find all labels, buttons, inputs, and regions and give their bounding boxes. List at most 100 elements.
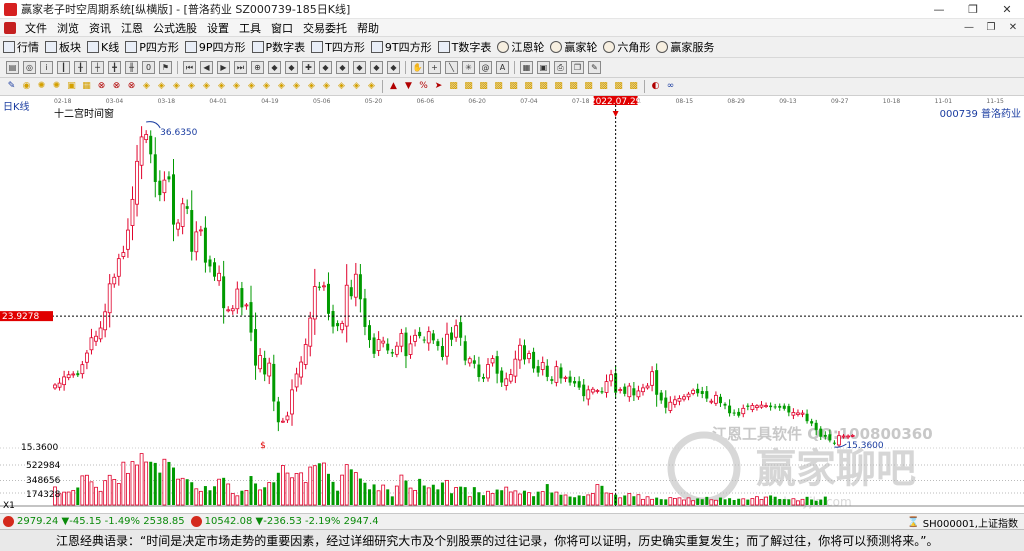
pencil-icon[interactable]: ✎ <box>6 81 17 92</box>
minimize-button[interactable]: — <box>922 0 956 19</box>
plus-icon[interactable]: + <box>428 61 441 74</box>
tool-j-icon[interactable]: ▩ <box>583 81 594 92</box>
infinity-icon[interactable]: ∞ <box>665 81 676 92</box>
toolbar-button-hexagon[interactable]: 六角形 <box>600 38 653 57</box>
toolbar-button-grid[interactable]: 行情 <box>0 38 42 57</box>
tool-c-icon[interactable]: ▩ <box>478 81 489 92</box>
menu-trade[interactable]: 交易委托 <box>298 20 352 36</box>
gann-box-icon[interactable]: ▣ <box>66 81 77 92</box>
bell-icon[interactable]: ◎ <box>23 61 36 74</box>
menu-file[interactable]: 文件 <box>20 20 52 36</box>
tool-i-icon[interactable]: ▩ <box>568 81 579 92</box>
diamond6-icon[interactable]: ◆ <box>370 61 383 74</box>
first-icon[interactable]: ⏮ <box>183 61 196 74</box>
toolbar-button-square-pn[interactable]: P数字表 <box>249 38 309 57</box>
mdi-restore-button[interactable]: ❐ <box>980 19 1002 37</box>
calc-icon[interactable]: ▦ <box>520 61 533 74</box>
text-icon[interactable]: A <box>496 61 509 74</box>
gann-grid-icon[interactable]: ▦ <box>81 81 92 92</box>
cycle8-icon[interactable]: ◈ <box>246 81 257 92</box>
toolbar-button-candle[interactable]: K线 <box>84 38 122 57</box>
menu-gann[interactable]: 江恩 <box>116 20 148 36</box>
tool-e-icon[interactable]: ▩ <box>508 81 519 92</box>
cycle12-icon[interactable]: ◈ <box>306 81 317 92</box>
arrow-icon[interactable]: ➤ <box>433 81 444 92</box>
arrow-down-icon[interactable]: ▼ <box>403 81 414 92</box>
tool-k-icon[interactable]: ▩ <box>598 81 609 92</box>
cycle11-icon[interactable]: ◈ <box>291 81 302 92</box>
cycle15-icon[interactable]: ◈ <box>351 81 362 92</box>
candle2-icon[interactable]: ╂ <box>74 61 87 74</box>
diamond4-icon[interactable]: ◆ <box>336 61 349 74</box>
toolbar-button-wheel2[interactable]: 赢家轮 <box>547 38 600 57</box>
last-icon[interactable]: ⏭ <box>234 61 247 74</box>
print-icon[interactable]: ⎙ <box>554 61 567 74</box>
percent-icon[interactable]: % <box>418 81 429 92</box>
tool-h-icon[interactable]: ▩ <box>553 81 564 92</box>
period-zero-select[interactable]: 0 <box>142 61 155 74</box>
gann-fan2-icon[interactable]: ✺ <box>51 81 62 92</box>
time-window2-icon[interactable]: ⊗ <box>111 81 122 92</box>
fan-icon[interactable]: ✳ <box>462 61 475 74</box>
diamond5-icon[interactable]: ◆ <box>353 61 366 74</box>
cross-icon[interactable]: ✚ <box>302 61 315 74</box>
restore-button[interactable]: ❐ <box>956 0 990 19</box>
cycle6-icon[interactable]: ◈ <box>216 81 227 92</box>
diamond-icon[interactable]: ◆ <box>268 61 281 74</box>
cycle10-icon[interactable]: ◈ <box>276 81 287 92</box>
close-button[interactable]: ✕ <box>990 0 1024 19</box>
tool-a-icon[interactable]: ▩ <box>448 81 459 92</box>
menu-tools[interactable]: 工具 <box>234 20 266 36</box>
diamond2-icon[interactable]: ◆ <box>285 61 298 74</box>
flag-icon[interactable]: ⚑ <box>159 61 172 74</box>
cycle3-icon[interactable]: ◈ <box>171 81 182 92</box>
menu-settings[interactable]: 设置 <box>202 20 234 36</box>
toolbar-button-square-9p[interactable]: 9P四方形 <box>182 38 249 57</box>
gann-fan-icon[interactable]: ✺ <box>36 81 47 92</box>
copy-icon[interactable]: ❐ <box>571 61 584 74</box>
menu-help[interactable]: 帮助 <box>352 20 384 36</box>
candle5-icon[interactable]: ╫ <box>125 61 138 74</box>
candle-icon[interactable]: ┃ <box>57 61 70 74</box>
spiral-icon[interactable]: @ <box>479 61 492 74</box>
toolbar-button-blocks[interactable]: 板块 <box>42 38 84 57</box>
tool-f-icon[interactable]: ▩ <box>523 81 534 92</box>
color-icon[interactable]: ◐ <box>650 81 661 92</box>
hand-icon[interactable]: ✋ <box>411 61 424 74</box>
mdi-minimize-button[interactable]: — <box>958 19 980 37</box>
toolbar-button-square-9t[interactable]: 9T四方形 <box>368 38 435 57</box>
menu-browse[interactable]: 浏览 <box>52 20 84 36</box>
cycle13-icon[interactable]: ◈ <box>321 81 332 92</box>
toolbar-button-square-t[interactable]: T四方形 <box>308 38 368 57</box>
candle4-icon[interactable]: ╋ <box>108 61 121 74</box>
tool-l-icon[interactable]: ▩ <box>613 81 624 92</box>
next-icon[interactable]: ▶ <box>217 61 230 74</box>
kline-chart[interactable]: 02-18 03-04 03-18 04-01 04-19 05-06 05-20 06-06… <box>0 96 1024 510</box>
cycle2-icon[interactable]: ◈ <box>156 81 167 92</box>
toolbar-button-service[interactable]: 赢家服务 <box>653 38 717 57</box>
prev-icon[interactable]: ◀ <box>200 61 213 74</box>
menu-news[interactable]: 资讯 <box>84 20 116 36</box>
crosshair-icon[interactable]: ⊕ <box>251 61 264 74</box>
cycle14-icon[interactable]: ◈ <box>336 81 347 92</box>
menu-formula[interactable]: 公式选股 <box>148 20 202 36</box>
tool-g-icon[interactable]: ▩ <box>538 81 549 92</box>
layout-icon[interactable]: ▤ <box>6 61 19 74</box>
tool-m-icon[interactable]: ▩ <box>628 81 639 92</box>
gann-angle-icon[interactable]: ◉ <box>21 81 32 92</box>
diamond7-icon[interactable]: ◆ <box>387 61 400 74</box>
toolbar-button-wheel[interactable]: 江恩轮 <box>494 38 547 57</box>
cycle7-icon[interactable]: ◈ <box>231 81 242 92</box>
diamond3-icon[interactable]: ◆ <box>319 61 332 74</box>
menu-window[interactable]: 窗口 <box>266 20 298 36</box>
cycle4-icon[interactable]: ◈ <box>186 81 197 92</box>
cycle16-icon[interactable]: ◈ <box>366 81 377 92</box>
time-window-icon[interactable]: ⊗ <box>96 81 107 92</box>
toolbar-button-square-p[interactable]: P四方形 <box>122 38 182 57</box>
candle3-icon[interactable]: ┼ <box>91 61 104 74</box>
mdi-close-button[interactable]: ✕ <box>1002 19 1024 37</box>
time-window3-icon[interactable]: ⊗ <box>126 81 137 92</box>
save-icon[interactable]: ▣ <box>537 61 550 74</box>
tool-d-icon[interactable]: ▩ <box>493 81 504 92</box>
toolbar-button-square-tn[interactable]: T数字表 <box>435 38 495 57</box>
